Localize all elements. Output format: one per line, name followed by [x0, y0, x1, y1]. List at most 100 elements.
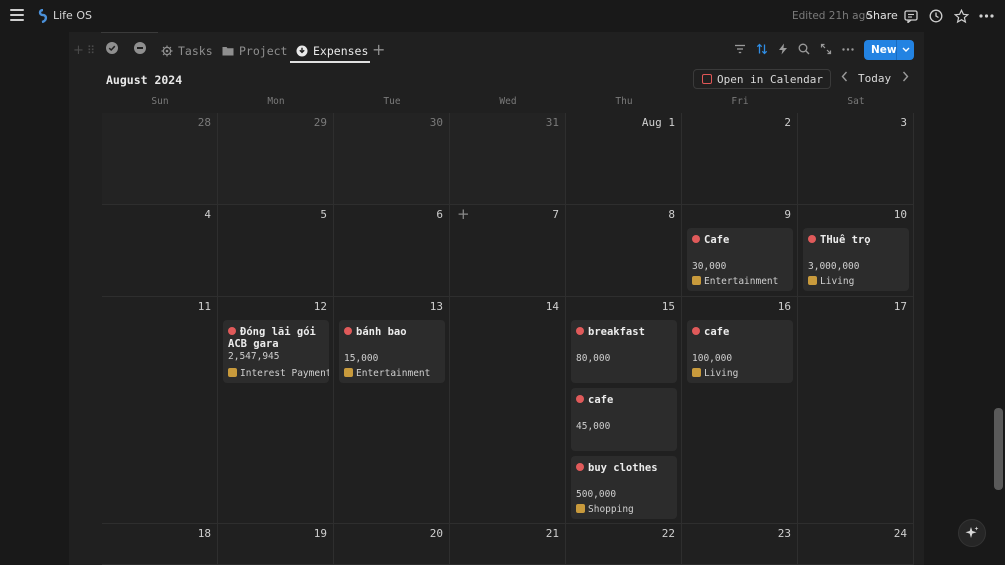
status-dot-icon — [228, 327, 236, 335]
day-number: 24 — [893, 527, 907, 540]
weekday-header: Sun — [151, 96, 169, 107]
calendar-day-cell[interactable]: 31 — [450, 113, 566, 205]
expense-card[interactable]: Đóng lãi gói ACB gara 2,547,945 Interest P… — [223, 320, 329, 383]
expense-card[interactable]: buy clothes 500,000 Shopping — [571, 456, 677, 519]
drag-handle-icon[interactable]: ⠿ — [87, 44, 95, 57]
previous-month-icon[interactable] — [841, 71, 848, 85]
expense-title: breakfast — [576, 326, 673, 338]
calendar-day-cell[interactable]: 17 — [798, 297, 914, 524]
add-block-icon[interactable]: + — [73, 43, 84, 58]
calendar-day-cell[interactable]: 30 — [334, 113, 450, 205]
calendar-day-cell[interactable]: 22 — [566, 524, 682, 565]
share-button[interactable]: Share — [866, 9, 898, 22]
sort-icon[interactable] — [755, 42, 769, 56]
calendar-day-cell[interactable]: 24 — [798, 524, 914, 565]
expense-category: Shopping — [576, 504, 634, 515]
calendar-day-cell[interactable]: 29 — [218, 113, 334, 205]
expense-category: Entertainment — [344, 368, 430, 379]
search-icon[interactable] — [797, 42, 811, 56]
workspace-name[interactable]: Life OS — [53, 9, 92, 22]
workspace-logo-icon — [38, 9, 48, 23]
more-icon[interactable] — [841, 42, 855, 56]
status-dot-icon — [576, 395, 584, 403]
tab-expenses[interactable]: Expenses — [296, 41, 368, 61]
minus-circle-icon[interactable] — [134, 42, 146, 54]
database-panel: + ⠿ Tasks Project Expenses + New August … — [69, 32, 924, 565]
day-number: 5 — [320, 208, 327, 221]
menu-icon[interactable] — [10, 9, 24, 21]
weekday-header: Wed — [499, 96, 517, 107]
expense-card[interactable]: cafe 100,000 Living — [687, 320, 793, 383]
tab-label: Expenses — [313, 44, 369, 58]
day-number: 7 — [552, 208, 559, 221]
automation-icon[interactable] — [776, 42, 790, 56]
gear-icon — [161, 45, 173, 57]
today-button[interactable]: Today — [858, 72, 891, 85]
calendar-day-cell[interactable]: 14 — [450, 297, 566, 524]
calendar-day-cell[interactable]: 8 — [566, 205, 682, 297]
ai-assistant-button[interactable] — [958, 519, 986, 547]
expense-title: buy clothes — [576, 462, 673, 474]
scrollbar-thumb[interactable] — [994, 408, 1003, 490]
day-number: 23 — [777, 527, 791, 540]
add-event-icon[interactable]: + — [457, 205, 470, 223]
day-number: 18 — [197, 527, 211, 540]
category-icon — [692, 276, 701, 285]
expense-amount: 80,000 — [576, 353, 611, 364]
weekday-header: Sat — [847, 96, 865, 107]
check-circle-icon[interactable] — [106, 42, 118, 54]
expense-card[interactable]: bánh bao 15,000 Entertainment — [339, 320, 445, 383]
history-icon[interactable] — [928, 8, 944, 24]
day-number: 22 — [661, 527, 675, 540]
calendar-day-cell[interactable]: 23 — [682, 524, 798, 565]
category-icon — [344, 368, 353, 377]
expand-icon[interactable] — [819, 42, 833, 56]
tab-tasks[interactable]: Tasks — [161, 41, 213, 61]
filter-icon[interactable] — [733, 42, 747, 56]
expense-title-text: cafe — [704, 326, 730, 338]
open-in-calendar-button[interactable]: Open in Calendar — [693, 69, 831, 89]
add-view-button[interactable]: + — [372, 40, 385, 59]
day-number: 31 — [545, 116, 559, 129]
expense-card[interactable]: breakfast 80,000 — [571, 320, 677, 383]
day-number: 29 — [313, 116, 327, 129]
calendar-day-cell[interactable]: 28 — [102, 113, 218, 205]
sparkle-icon — [965, 526, 979, 538]
calendar-day-cell[interactable]: Aug 1 — [566, 113, 682, 205]
expense-amount: 100,000 — [692, 353, 733, 364]
expense-card[interactable]: cafe 45,000 — [571, 388, 677, 451]
calendar-day-cell[interactable]: 18 — [102, 524, 218, 565]
expense-title: Đóng lãi gói ACB gara — [228, 326, 325, 350]
chevron-down-icon[interactable] — [897, 45, 914, 55]
more-icon[interactable] — [978, 8, 994, 24]
calendar-day-cell[interactable]: 7 + — [450, 205, 566, 297]
expense-category-text: Interest Payment — [240, 368, 329, 379]
weekday-header: Tue — [383, 96, 401, 107]
comment-icon[interactable] — [903, 8, 919, 24]
day-number: 16 — [777, 300, 791, 313]
calendar-day-cell[interactable]: 19 — [218, 524, 334, 565]
calendar-day-cell[interactable]: 3 — [798, 113, 914, 205]
expense-amount: 30,000 — [692, 261, 727, 272]
calendar-day-cell[interactable]: 20 — [334, 524, 450, 565]
day-number: 17 — [893, 300, 907, 313]
tab-project[interactable]: Project — [222, 41, 287, 61]
next-month-icon[interactable] — [902, 71, 909, 85]
expense-title: THuê trọ — [808, 234, 905, 246]
calendar-day-cell[interactable]: 4 — [102, 205, 218, 297]
expense-title: cafe — [576, 394, 673, 406]
calendar-day-cell[interactable]: 5 — [218, 205, 334, 297]
day-number: 9 — [784, 208, 791, 221]
calendar-day-cell[interactable]: 11 — [102, 297, 218, 524]
calendar-day-cell[interactable]: 21 — [450, 524, 566, 565]
calendar-day-cell[interactable]: 2 — [682, 113, 798, 205]
divider — [101, 32, 158, 33]
new-button[interactable]: New — [864, 40, 914, 60]
expense-card[interactable]: Cafe 30,000 Entertainment — [687, 228, 793, 291]
expense-category-text: Entertainment — [704, 276, 779, 287]
day-number: 12 — [313, 300, 327, 313]
star-icon[interactable] — [953, 8, 969, 24]
expense-category-text: Living — [704, 368, 739, 379]
calendar-day-cell[interactable]: 6 — [334, 205, 450, 297]
expense-card[interactable]: THuê trọ 3,000,000 Living — [803, 228, 909, 291]
